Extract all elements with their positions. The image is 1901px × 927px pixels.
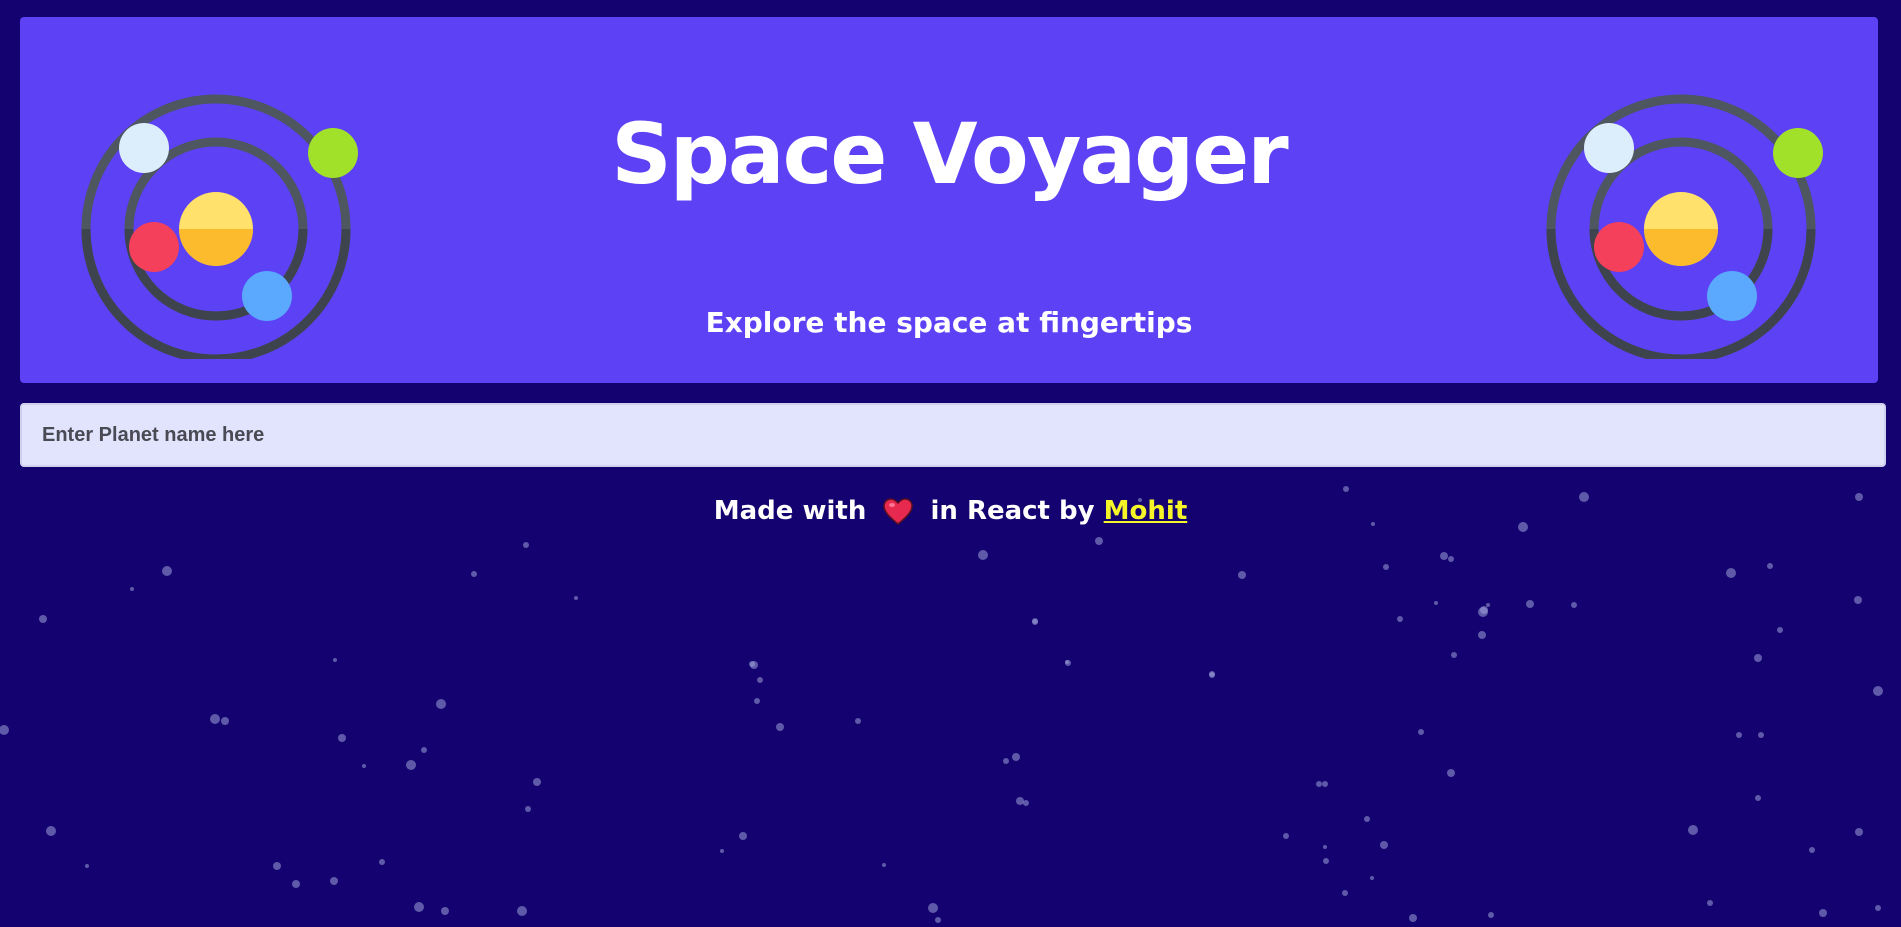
solar-system-icon [1546,94,1823,359]
planet-search-input[interactable] [20,403,1886,467]
footer-prefix-text: Made with [713,496,867,526]
header-banner: Space Voyager Explore the space at finge… [20,17,1878,383]
footer-middle-text: in React by [930,496,1095,526]
heart-icon [883,497,914,525]
footer-credits: Made with in React by Mohit [0,496,1901,526]
author-link[interactable]: Mohit [1104,496,1188,526]
